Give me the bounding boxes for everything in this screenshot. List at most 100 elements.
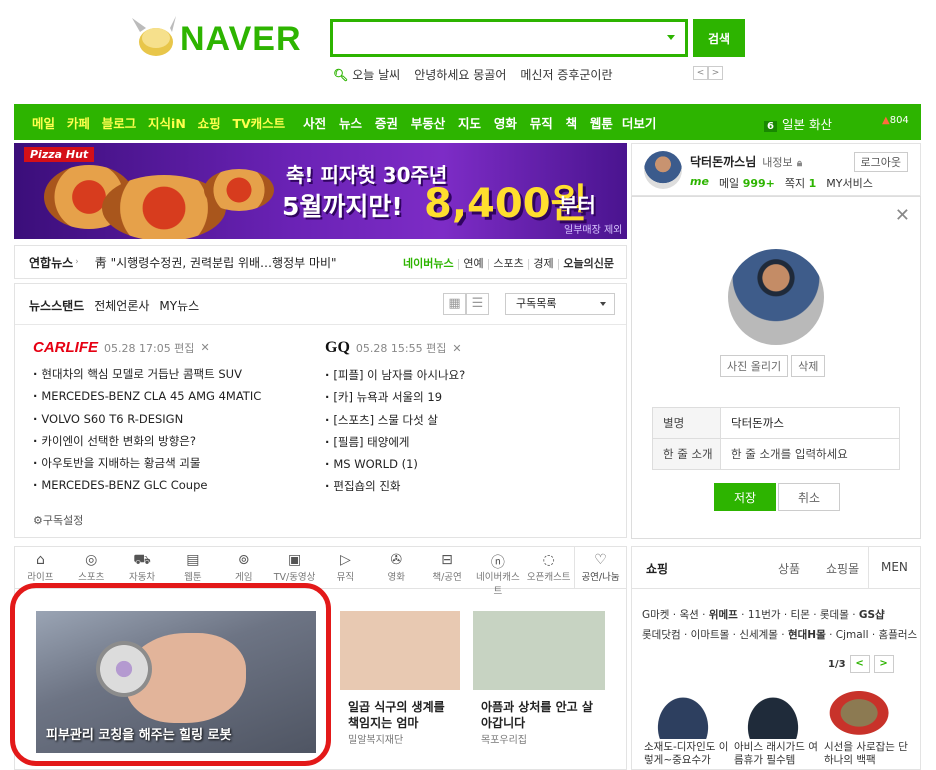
link-entertain[interactable]: 연예	[463, 257, 483, 270]
tab-game[interactable]: ⊚ 게임	[218, 547, 269, 588]
tab-tv[interactable]: ▣ TV/동영상	[269, 547, 320, 588]
product-item[interactable]: 소재도-디자인도 이렇게~중요수가	[644, 681, 728, 766]
nav-music[interactable]: 뮤직	[530, 116, 553, 131]
cast-card[interactable]: 일곱 식구의 생계를 책임지는 엄마 밀알복지재단	[340, 611, 460, 755]
mall-link[interactable]: 위메프	[709, 609, 738, 621]
article-link[interactable]: [스포츠] 스물 다섯 살	[325, 409, 465, 431]
mall-link[interactable]: 홈플러스	[879, 629, 918, 641]
tab-navercast[interactable]: ⓝ 네이버캐스트	[472, 547, 523, 597]
next-button[interactable]: >	[873, 655, 894, 673]
mall-link[interactable]: GS샵	[859, 609, 885, 621]
tab-all-press[interactable]: 전체언론사	[94, 297, 149, 314]
alias-field[interactable]: 닥터돈까스	[720, 407, 900, 439]
nav-tvcast[interactable]: TV캐스트	[232, 116, 285, 131]
mall-link[interactable]: 롯데닷컴	[642, 629, 681, 641]
grid-view-icon[interactable]: ▦	[443, 293, 466, 315]
article-link[interactable]: MERCEDES-BENZ GLC Coupe	[33, 474, 261, 496]
mall-link[interactable]: 신세계몰	[739, 629, 778, 641]
link-sports[interactable]: 스포츠	[493, 257, 523, 270]
nav-stock[interactable]: 증권	[375, 116, 398, 131]
list-view-icon[interactable]: ☰	[466, 293, 489, 315]
avatar[interactable]	[644, 151, 682, 189]
article-link[interactable]: MERCEDES-BENZ CLA 45 AMG 4MATIC	[33, 385, 261, 407]
tab-book[interactable]: ⊟ 책/공연	[422, 547, 473, 588]
mall-link[interactable]: 롯데몰	[820, 609, 849, 621]
delete-photo-button[interactable]: 삭제	[791, 355, 826, 377]
me-link[interactable]: me	[690, 175, 709, 191]
product-item[interactable]: 시선을 사로잡는 단 하나의 백팩	[824, 681, 908, 766]
press-logo[interactable]: CARLIFE	[33, 339, 98, 356]
realtime-keyword[interactable]: 6 일본 화산	[764, 114, 832, 133]
product-item[interactable]: 아비스 래시가드 여름휴가 필수템	[734, 681, 818, 766]
ad-banner[interactable]: Pizza Hut 축! 피자헛 30주년 5월까지만! 8,400원 부터 일…	[14, 143, 627, 239]
intro-field[interactable]: 한 줄 소개를 입력하세요	[720, 438, 900, 470]
article-link[interactable]: 편집숍의 진화	[325, 475, 465, 497]
tab-music[interactable]: ▷ 뮤직	[320, 547, 371, 588]
tab-my-news[interactable]: MY뉴스	[159, 297, 199, 314]
nav-news[interactable]: 뉴스	[339, 116, 362, 131]
suggestion-item[interactable]: 오늘 날씨	[352, 66, 400, 83]
mall-link[interactable]: 옥션	[679, 609, 698, 621]
cast-card[interactable]: 아픔과 상처를 안고 살아갑니다 목포우리집	[473, 611, 605, 755]
nav-mail[interactable]: 메일	[32, 116, 55, 131]
press-logo[interactable]: GQ	[325, 339, 350, 357]
tab-webtoon[interactable]: ▤ 웹툰	[167, 547, 218, 588]
nav-book[interactable]: 책	[566, 116, 578, 131]
upload-photo-button[interactable]: 사진 올리기	[720, 355, 789, 377]
article-link[interactable]: [필름] 태양에게	[325, 431, 465, 453]
prev-button[interactable]: <	[693, 66, 708, 80]
next-button[interactable]: >	[708, 66, 723, 80]
mail-link[interactable]: 메일 999+	[719, 175, 775, 191]
search-input[interactable]	[333, 22, 653, 54]
article-link[interactable]: MS WORLD (1)	[325, 453, 465, 475]
article-link[interactable]: 아우토반을 지배하는 황금색 괴물	[33, 452, 261, 474]
mall-link[interactable]: 11번가	[748, 609, 781, 621]
mall-link[interactable]: G마켓	[642, 609, 669, 621]
mall-link[interactable]: Cjmall	[836, 629, 869, 641]
search-dropdown-icon[interactable]	[667, 35, 675, 40]
note-link[interactable]: 쪽지 1	[785, 175, 816, 191]
search-button[interactable]: 검색	[693, 19, 745, 57]
mall-link[interactable]: 이마트몰	[691, 629, 730, 641]
my-services-link[interactable]: MY서비스	[826, 175, 873, 191]
tab-life[interactable]: ⌂ 라이프	[15, 547, 66, 588]
logout-button[interactable]: 로그아웃	[853, 152, 908, 172]
shopping-title[interactable]: 쇼핑	[646, 560, 668, 577]
nav-realestate[interactable]: 부동산	[411, 116, 446, 131]
save-button[interactable]: 저장	[714, 483, 776, 511]
tab-share[interactable]: ♡ 공연/나눔	[574, 547, 626, 588]
tab-car[interactable]: ⛟ 자동차	[117, 547, 168, 588]
tab-products[interactable]: 상품	[778, 560, 800, 577]
tab-men[interactable]: MEN	[868, 547, 920, 589]
nav-map[interactable]: 지도	[458, 116, 481, 131]
article-link[interactable]: [카] 뉴욕과 서울의 19	[325, 386, 465, 408]
nav-dict[interactable]: 사전	[303, 116, 326, 131]
nickname[interactable]: 닥터돈까스님	[690, 155, 756, 169]
article-link[interactable]: 카이엔이 선택한 변화의 방향은?	[33, 430, 261, 452]
naver-logo[interactable]: NAVER	[130, 14, 320, 62]
close-icon[interactable]: ✕	[452, 342, 461, 355]
tab-movie[interactable]: ✇ 영화	[371, 547, 422, 588]
nav-movie[interactable]: 영화	[494, 116, 517, 131]
nav-shopping[interactable]: 쇼핑	[198, 116, 221, 131]
link-navernews[interactable]: 네이버뉴스	[403, 257, 454, 270]
newsstand-title[interactable]: 뉴스스탠드	[29, 297, 84, 314]
search-box[interactable]	[330, 19, 688, 57]
nav-more[interactable]: 더보기	[622, 113, 657, 132]
cancel-button[interactable]: 취소	[778, 483, 840, 511]
link-economy[interactable]: 경제	[533, 257, 553, 270]
news-source[interactable]: 연합뉴스	[29, 254, 73, 271]
article-link[interactable]: VOLVO S60 T6 R-DESIGN	[33, 408, 261, 430]
subscribe-select[interactable]: 구독목록	[505, 293, 615, 315]
close-icon[interactable]: ✕	[895, 205, 910, 226]
nav-webtoon[interactable]: 웹툰	[590, 116, 613, 131]
headline-link[interactable]: 靑 "시행령수정권, 권력분립 위배…행정부 마비"	[95, 254, 337, 271]
link-today-paper[interactable]: 오늘의신문	[563, 257, 614, 270]
nav-kin[interactable]: 지식iN	[148, 116, 186, 131]
nav-cafe[interactable]: 카페	[67, 116, 90, 131]
mall-link[interactable]: 현대H몰	[788, 629, 826, 641]
my-info-link[interactable]: 내정보	[762, 156, 792, 169]
mall-link[interactable]: 티몬	[791, 609, 810, 621]
nav-blog[interactable]: 블로그	[102, 116, 137, 131]
tab-malls[interactable]: 쇼핑몰	[826, 560, 859, 577]
